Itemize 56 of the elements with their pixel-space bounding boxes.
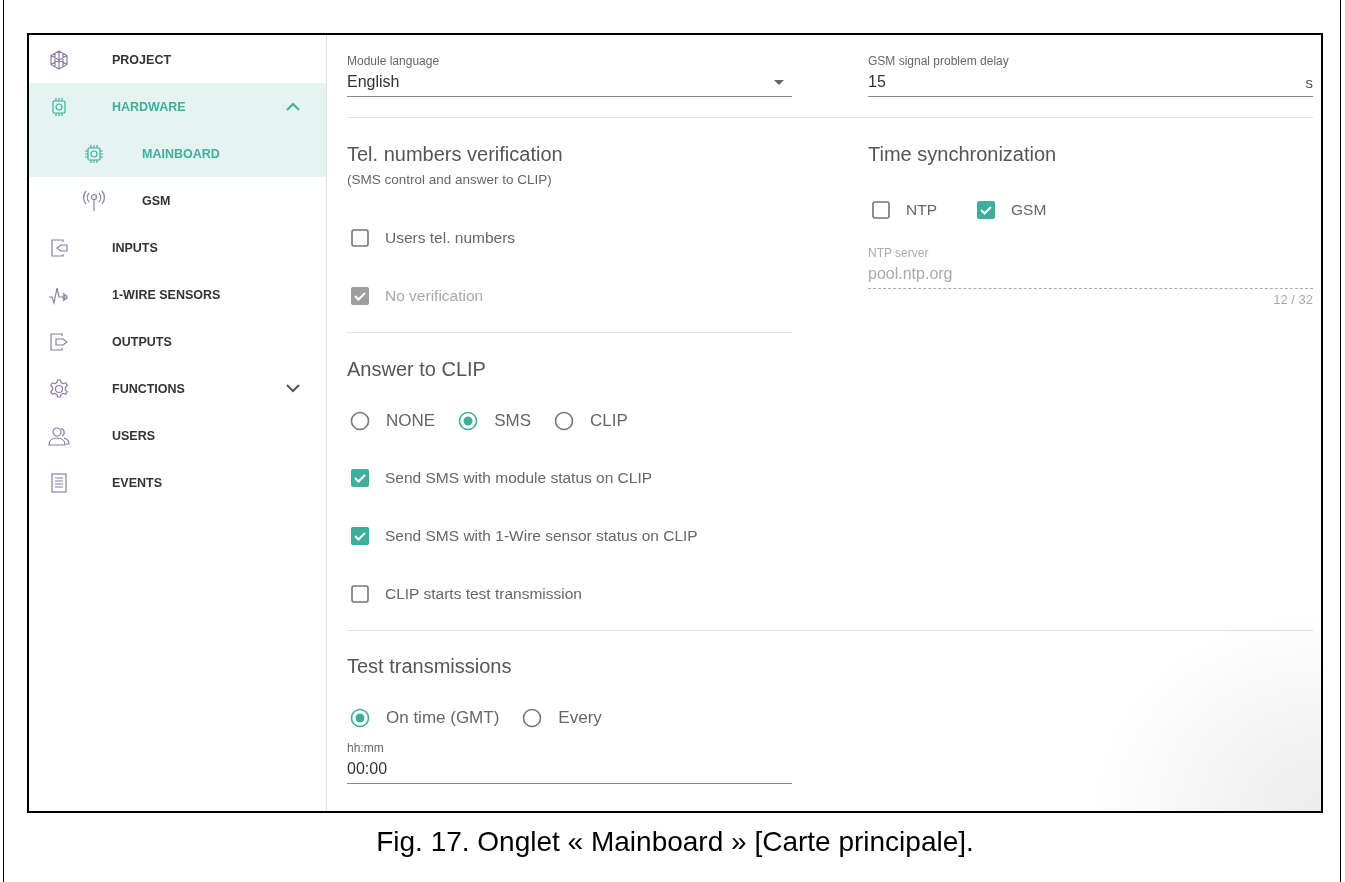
- field-label: Module language: [347, 54, 440, 68]
- radio-label: On time (GMT): [386, 708, 500, 728]
- users-icon: [48, 424, 70, 447]
- character-counter: 12 / 32: [1272, 292, 1313, 307]
- nav-item[interactable]: USERS: [29, 412, 326, 459]
- radio-label: SMS: [494, 411, 531, 431]
- checkbox-label: CLIP starts test transmission: [385, 585, 582, 603]
- radio-button[interactable]: [553, 411, 574, 431]
- radio-label: CLIP: [589, 411, 628, 431]
- radio-button[interactable]: [458, 411, 479, 431]
- nav-item[interactable]: PROJECT: [29, 36, 326, 83]
- checkbox-label: Users tel. numbers: [385, 229, 516, 247]
- checkbox[interactable]: [351, 229, 369, 247]
- radio-button[interactable]: [350, 411, 370, 431]
- section-subtitle: (SMS control and answer to CLIP): [347, 172, 552, 187]
- checkbox-label: Send SMS with 1-Wire sensor status on CLIP: [385, 527, 698, 545]
- nav-item[interactable]: OUTPUTS: [29, 318, 326, 365]
- language-dropdown[interactable]: Module language English: [347, 51, 792, 97]
- checkbox[interactable]: [872, 201, 890, 219]
- chip-icon: [83, 142, 105, 165]
- document-icon: [48, 471, 70, 494]
- field-label: NTP server: [868, 246, 929, 260]
- radio-button[interactable]: [350, 708, 370, 728]
- section-title: Time synchronization: [868, 142, 1057, 166]
- field-label: GSM signal problem delay: [868, 54, 1009, 68]
- nav-item[interactable]: GSM: [29, 177, 326, 224]
- checkbox-label: GSM: [1011, 201, 1047, 219]
- chevron-icon[interactable]: [286, 384, 300, 393]
- checkbox[interactable]: [351, 527, 369, 545]
- figure-caption: Fig. 17. Onglet « Mainboard » [Carte principale].: [375, 826, 975, 858]
- checkbox-label: No verification: [385, 287, 484, 305]
- checkbox[interactable]: [977, 201, 995, 219]
- checkbox[interactable]: [351, 469, 369, 487]
- checkbox-label: Send SMS with module status on CLIP: [385, 469, 653, 487]
- section-title: Tel. numbers verification: [347, 142, 563, 166]
- input-field[interactable]: GSM signal problem delay 15 s: [868, 51, 1313, 97]
- input-field[interactable]: hh:mm 00:00: [347, 738, 792, 784]
- gear-icon: [48, 377, 70, 400]
- antenna-icon: [83, 189, 105, 212]
- radio-label: Every: [558, 708, 602, 728]
- field-label: hh:mm: [347, 741, 384, 755]
- checkbox[interactable]: [351, 585, 369, 603]
- box-arrow-icon: [48, 236, 70, 259]
- radio-button[interactable]: [522, 708, 543, 728]
- unit-label: s: [1305, 73, 1313, 91]
- radio-label: NONE: [386, 411, 436, 431]
- nav-item[interactable]: INPUTS: [29, 224, 326, 271]
- nav-item[interactable]: 1-WIRE SENSORS: [29, 271, 326, 318]
- caret-icon: [774, 79, 784, 85]
- nav-item[interactable]: EVENTS: [29, 459, 326, 506]
- hexagon-icon: [48, 48, 70, 71]
- nav-item[interactable]: FUNCTIONS: [29, 365, 326, 412]
- box-arrow-icon: [48, 330, 70, 353]
- section-title: Answer to CLIP: [347, 357, 486, 381]
- checkbox-label: NTP: [906, 201, 937, 219]
- section-title: Test transmissions: [347, 654, 512, 678]
